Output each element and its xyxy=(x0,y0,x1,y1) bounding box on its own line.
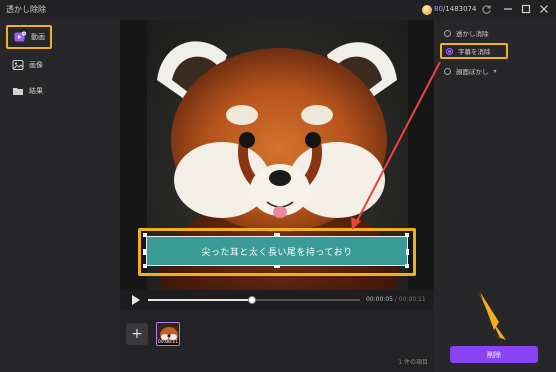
resize-handle-top-right[interactable] xyxy=(405,233,409,237)
total-time: 00:00:11 xyxy=(398,296,426,303)
sidebar-item-video[interactable]: 動画 xyxy=(6,25,52,49)
resize-handle-top[interactable] xyxy=(274,233,280,236)
resize-handle-right[interactable] xyxy=(406,249,409,255)
sidebar-item-label: 結果 xyxy=(29,87,43,95)
sidebar-item-label: 動画 xyxy=(31,33,45,41)
item-count: 1 件の項目 xyxy=(398,359,428,366)
close-icon[interactable] xyxy=(538,3,550,15)
resize-handle-left[interactable] xyxy=(143,249,146,255)
subtitle-selection-highlight: 尖った耳と太く長い尾を持っており xyxy=(138,228,416,276)
chevron-down-icon[interactable]: ▾ xyxy=(494,68,497,75)
file-thumbnail[interactable]: 00:00:11 xyxy=(156,322,180,346)
resize-handle-bottom-right[interactable] xyxy=(405,264,409,268)
subtitle-region[interactable]: 尖った耳と太く長い尾を持っており xyxy=(146,236,408,266)
sidebar-item-image[interactable]: 画像 xyxy=(6,53,52,77)
option-face-blur[interactable]: 顔面ぼかし ▾ xyxy=(440,64,501,78)
options-panel: 透かし消除 字幕を消除 顔面ぼかし ▾ 削除 xyxy=(434,20,556,372)
seek-track[interactable] xyxy=(148,296,360,304)
playback-bar: 00:00:05 / 00:00:11 xyxy=(120,290,434,310)
option-remove-watermark[interactable]: 透かし消除 xyxy=(440,26,493,40)
seek-progress xyxy=(148,299,252,301)
video-plus-icon xyxy=(14,31,26,42)
credits-counter: 80/1483074 xyxy=(434,5,476,13)
option-label: 顔面ぼかし xyxy=(456,68,489,76)
maximize-icon[interactable] xyxy=(520,3,532,15)
title-bar: 透かし除除 80/1483074 xyxy=(0,0,556,20)
sidebar-item-label: 画像 xyxy=(29,61,43,69)
remove-button[interactable]: 削除 xyxy=(450,346,538,363)
thumbnail-duration: 00:00:11 xyxy=(157,340,179,345)
radio-icon xyxy=(444,29,451,37)
folder-icon xyxy=(13,88,23,95)
sidebar-item-results[interactable]: 結果 xyxy=(6,79,52,103)
video-preview: 尖った耳と太く長い尾を持っており xyxy=(120,20,434,290)
option-label: 透かし消除 xyxy=(456,30,489,38)
option-remove-subtitles[interactable]: 字幕を消除 xyxy=(440,43,508,59)
seek-thumb[interactable] xyxy=(247,296,256,304)
radio-icon xyxy=(444,67,451,75)
coin-icon xyxy=(422,5,432,15)
radio-selected-icon xyxy=(446,47,453,55)
credits-total: /1483074 xyxy=(442,5,477,13)
image-icon xyxy=(12,60,24,70)
play-icon[interactable] xyxy=(132,295,140,305)
file-strip: + 00:00:11 1 件の項目 xyxy=(120,310,434,372)
time-display: 00:00:05 / 00:00:11 xyxy=(366,296,426,303)
add-file-button[interactable]: + xyxy=(126,323,148,345)
resize-handle-bottom-left[interactable] xyxy=(143,264,147,268)
option-label: 字幕を消除 xyxy=(458,48,491,56)
subtitle-text: 尖った耳と太く長い尾を持っており xyxy=(201,247,353,258)
sidebar: 動画 画像 結果 xyxy=(0,20,120,372)
resize-handle-top-left[interactable] xyxy=(143,233,147,237)
refresh-icon[interactable] xyxy=(481,4,492,15)
minimize-icon[interactable] xyxy=(502,3,514,15)
resize-handle-bottom[interactable] xyxy=(274,265,280,268)
credits-used: 80 xyxy=(434,5,443,13)
app-title: 透かし除除 xyxy=(6,5,46,14)
current-time: 00:00:05 xyxy=(366,296,393,303)
